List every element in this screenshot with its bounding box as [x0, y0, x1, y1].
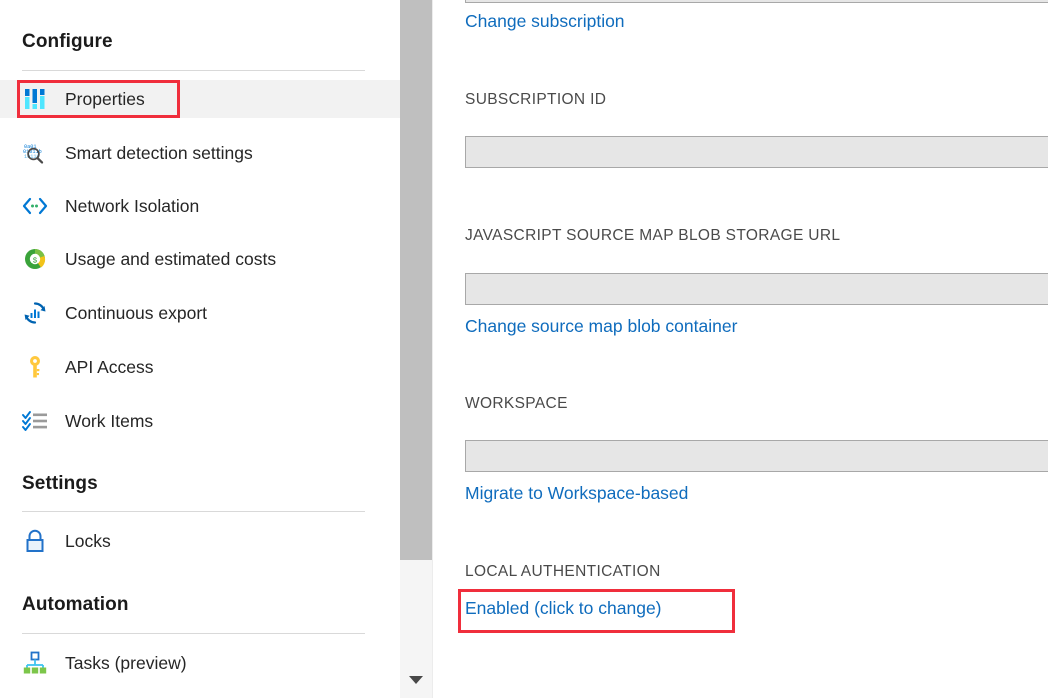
magnifier-data-icon: 0a01 01011b 10110 [22, 140, 48, 166]
sidebar-item-api-access[interactable]: API Access [0, 348, 400, 386]
migrate-to-workspace-based-link[interactable]: Migrate to Workspace-based [465, 483, 688, 504]
sidebar-item-label: Network Isolation [65, 196, 199, 217]
sidebar-divider-automation [22, 633, 365, 634]
sidebar-item-label: Locks [65, 531, 111, 552]
sidebar: Configure Properties 0a01 [0, 0, 400, 698]
sidebar-item-work-items[interactable]: Work Items [0, 402, 400, 440]
scrollbar-thumb[interactable] [400, 0, 432, 560]
sidebar-section-settings: Settings [22, 473, 98, 495]
sidebar-item-properties[interactable]: Properties [0, 80, 400, 118]
sidebar-item-label: API Access [65, 357, 154, 378]
properties-panel: Change subscription SUBSCRIPTION ID JAVA… [433, 0, 1048, 698]
sidebar-item-label: Usage and estimated costs [65, 249, 276, 270]
sidebar-item-continuous-export[interactable]: Continuous export [0, 294, 400, 332]
azure-portal-screen: Configure Properties 0a01 [0, 0, 1048, 698]
subscription-id-field[interactable] [465, 136, 1048, 168]
sidebar-item-network-isolation[interactable]: Network Isolation [0, 187, 400, 225]
subscription-id-label: SUBSCRIPTION ID [465, 91, 606, 109]
change-subscription-link[interactable]: Change subscription [465, 11, 625, 32]
checklist-icon [22, 408, 48, 434]
sidebar-divider-configure [22, 70, 365, 71]
code-brackets-icon [22, 193, 48, 219]
sidebar-section-automation: Automation [22, 594, 129, 616]
sidebar-item-smart-detection-settings[interactable]: 0a01 01011b 10110 Smart detection settin… [0, 134, 400, 172]
subscription-name-field[interactable] [465, 0, 1048, 3]
export-refresh-icon [22, 300, 48, 326]
workspace-label: WORKSPACE [465, 395, 568, 413]
local-authentication-label: LOCAL AUTHENTICATION [465, 563, 661, 581]
change-source-map-blob-container-link[interactable]: Change source map blob container [465, 316, 737, 337]
sliders-icon [22, 86, 48, 112]
sidebar-item-label: Tasks (preview) [65, 653, 187, 674]
sidebar-item-locks[interactable]: Locks [0, 522, 400, 560]
workspace-field[interactable] [465, 440, 1048, 472]
sidebar-item-label: Properties [65, 89, 145, 110]
sidebar-item-usage-and-estimated-costs[interactable]: $ Usage and estimated costs [0, 240, 400, 278]
hierarchy-icon [22, 650, 48, 676]
sidebar-item-tasks-preview[interactable]: Tasks (preview) [0, 644, 400, 682]
local-authentication-toggle-link[interactable]: Enabled (click to change) [465, 598, 662, 619]
key-icon [22, 354, 48, 380]
cost-donut-icon: $ [22, 246, 48, 272]
sidebar-item-label: Work Items [65, 411, 153, 432]
js-source-map-url-field[interactable] [465, 273, 1048, 305]
sidebar-section-configure: Configure [22, 31, 113, 53]
chevron-down-icon [409, 676, 423, 684]
sidebar-item-label: Smart detection settings [65, 143, 253, 164]
scrollbar-down-button[interactable] [400, 662, 432, 698]
js-source-map-url-label: JAVASCRIPT SOURCE MAP BLOB STORAGE URL [465, 227, 840, 245]
sidebar-item-label: Continuous export [65, 303, 207, 324]
lock-icon [22, 528, 48, 554]
sidebar-divider-settings [22, 511, 365, 512]
